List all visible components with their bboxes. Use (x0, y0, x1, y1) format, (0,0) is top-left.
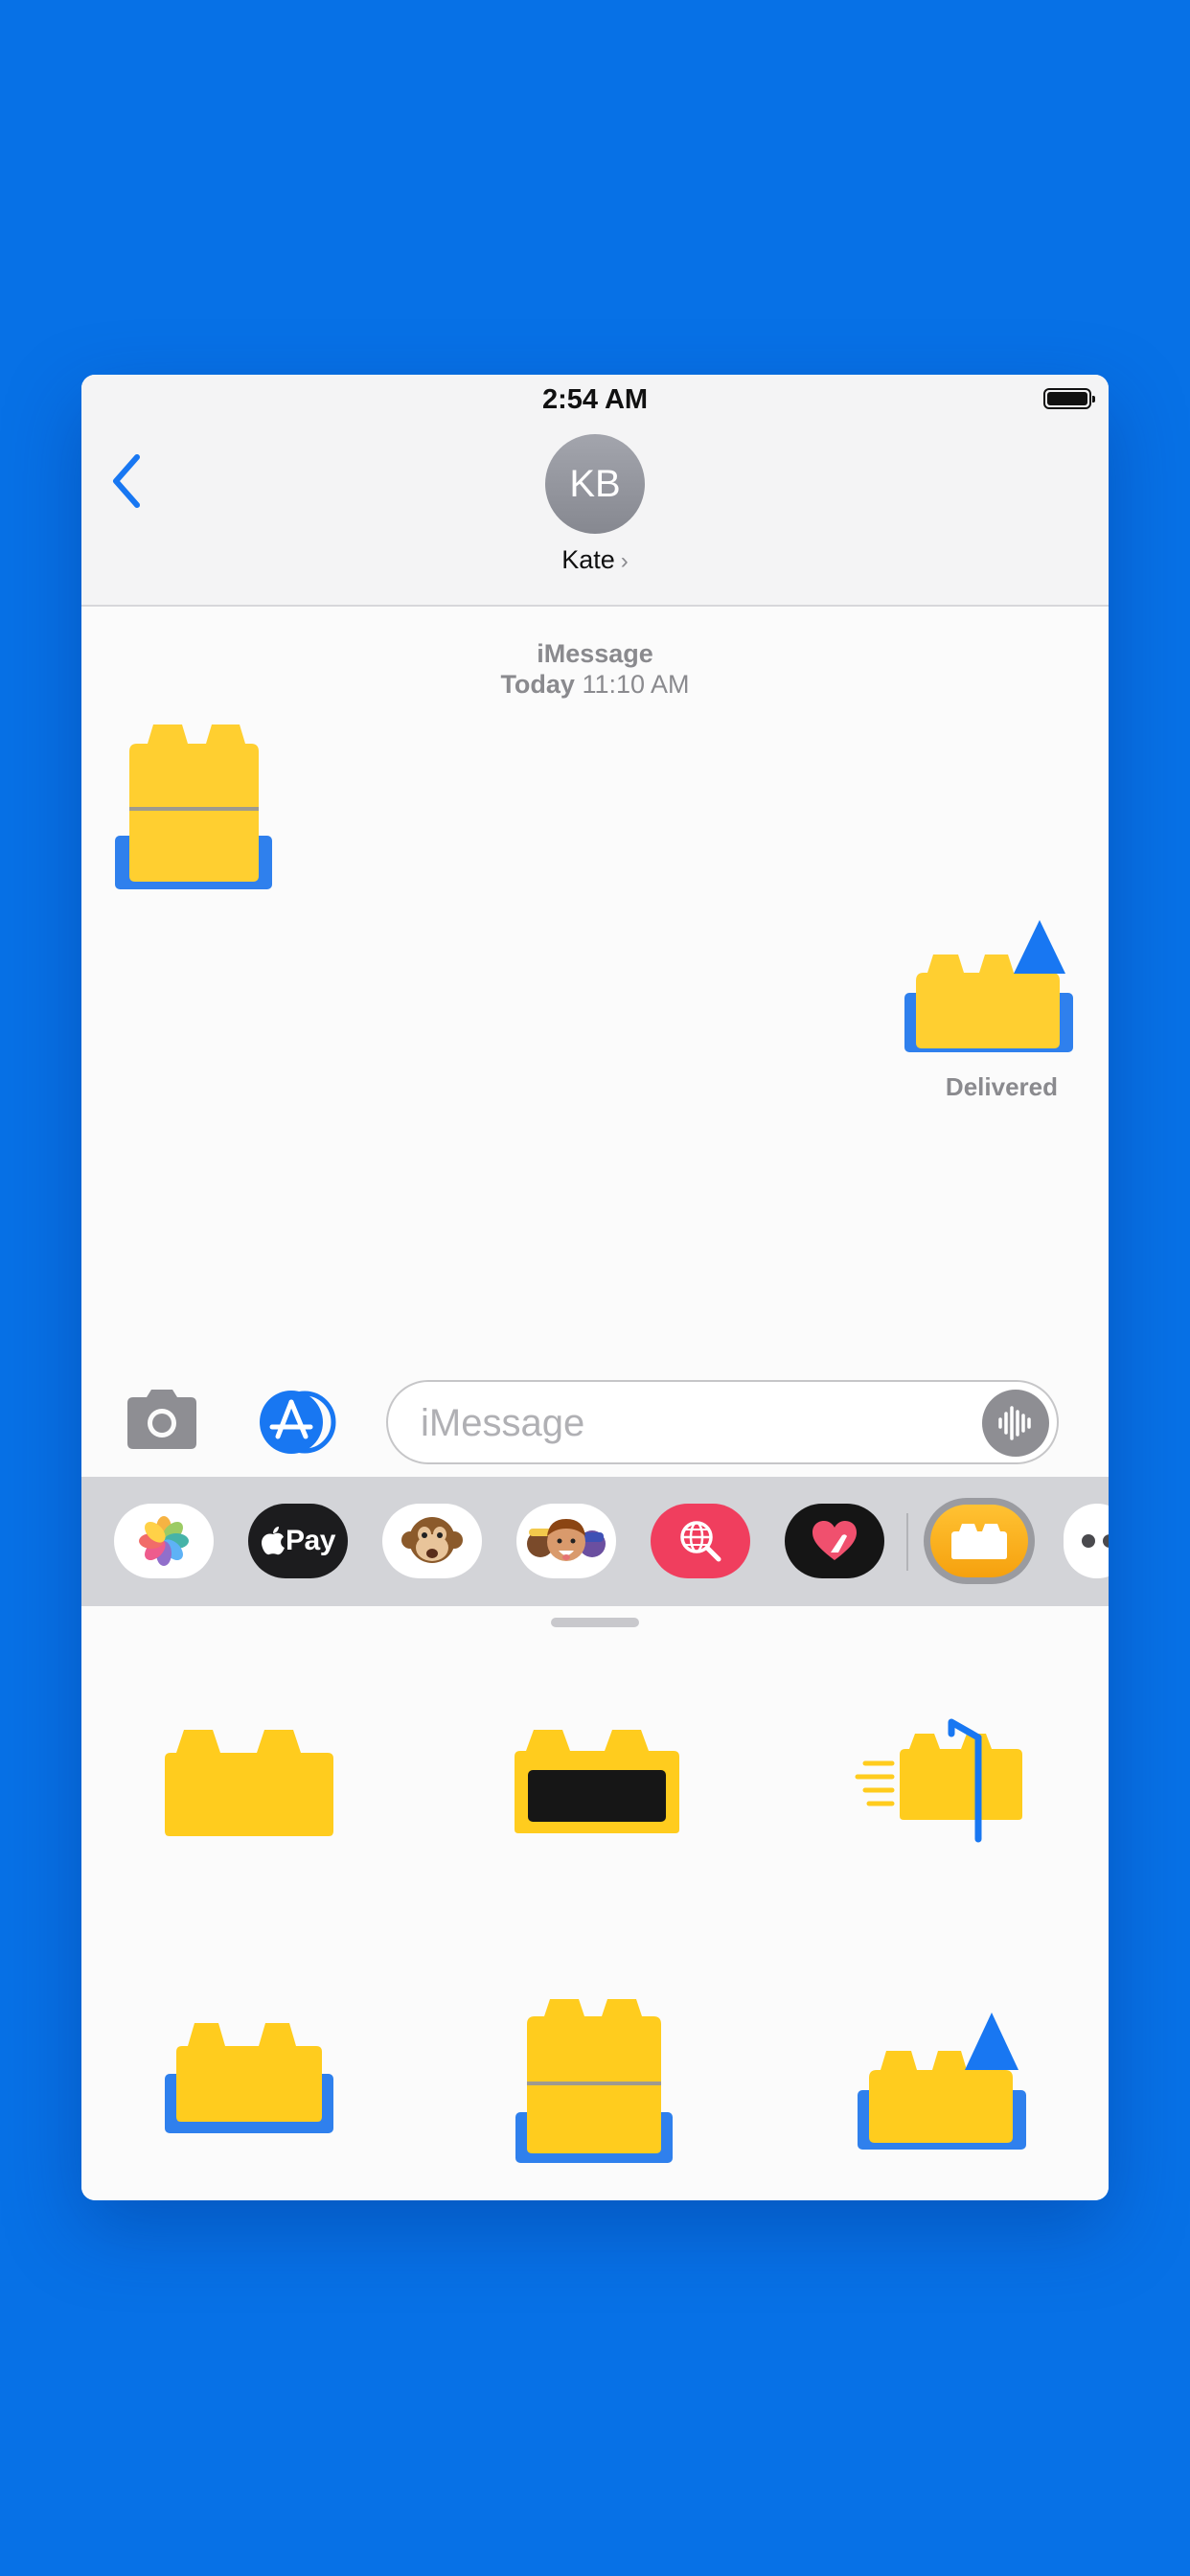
panel-grabber[interactable] (551, 1618, 639, 1627)
brick-tall-tray-sticker (515, 1999, 673, 2163)
brick-tray-triangle-sticker (904, 920, 1073, 1052)
contact-name: Kate (561, 545, 615, 574)
apple-pay-label: Pay (286, 1525, 335, 1556)
sticker-brick-screen[interactable] (513, 1728, 681, 1840)
apple-logo-icon (262, 1527, 286, 1555)
sticker-brick-tray-triangle[interactable] (856, 2009, 1028, 2157)
app-drawer: Pay (81, 1477, 1109, 1606)
app-store-icon (260, 1391, 336, 1454)
received-sticker-message[interactable] (115, 723, 278, 905)
camera-button[interactable] (122, 1388, 202, 1451)
sticker-brick-mailbox[interactable] (854, 1716, 1026, 1851)
brick-plain-sticker (165, 1730, 333, 1836)
memoji-app-button[interactable] (516, 1504, 616, 1578)
contact-name-button[interactable]: Kate › (81, 545, 1109, 575)
waveform-icon (998, 1406, 1031, 1440)
avatar[interactable]: KB (545, 434, 645, 534)
delivery-status: Delivered (945, 1072, 1058, 1101)
message-field-wrapper (386, 1380, 1059, 1464)
status-time: 2:54 AM (541, 384, 649, 415)
drawer-divider (906, 1513, 908, 1571)
conversation-header: 2:54 AM KB Kate › (81, 375, 1109, 607)
apple-pay-app-button[interactable]: Pay (248, 1504, 348, 1578)
bricks-sticker-app-button[interactable] (924, 1498, 1035, 1584)
thread-timestamp: Today 11:10 AM (81, 670, 1109, 700)
sticker-brick-tray[interactable] (163, 2021, 335, 2141)
digital-touch-app-button[interactable] (785, 1504, 884, 1578)
photos-icon (139, 1516, 189, 1566)
battery-icon (1043, 388, 1095, 409)
web-images-app-button[interactable] (651, 1504, 750, 1578)
brick-mailbox-sticker (855, 1718, 1022, 1843)
brick-tray-triangle-sticker (858, 2012, 1026, 2150)
more-icon (1082, 1534, 1109, 1548)
avatar-initials: KB (569, 462, 621, 505)
message-input[interactable] (419, 1382, 959, 1464)
app-store-button[interactable] (253, 1389, 341, 1456)
animoji-app-button[interactable] (382, 1504, 482, 1578)
chevron-right-icon: › (620, 548, 629, 574)
service-label: iMessage (537, 639, 653, 668)
sent-sticker-message[interactable] (903, 918, 1075, 1067)
brick-screen-sticker (515, 1730, 679, 1833)
photos-app-button[interactable] (114, 1504, 214, 1578)
camera-icon (127, 1390, 196, 1449)
brick-tray-sticker (165, 2023, 333, 2133)
heart-touch-icon (812, 1521, 857, 1560)
sticker-browser (81, 1606, 1109, 2200)
brick-tall-tray-sticker (115, 724, 272, 889)
audio-message-button[interactable] (982, 1390, 1049, 1457)
brick-icon (951, 1524, 1007, 1559)
chevron-left-icon (113, 454, 140, 508)
thread-time: 11:10 AM (582, 670, 690, 699)
memoji-icon (527, 1519, 606, 1561)
back-button[interactable] (103, 448, 150, 515)
more-apps-button[interactable] (1064, 1504, 1109, 1578)
thread-day: Today (500, 670, 575, 699)
monkey-icon (401, 1517, 463, 1563)
messages-screen: 2:54 AM KB Kate › iMessage Today 11:10 AM (81, 375, 1109, 2200)
globe-search-icon (680, 1521, 721, 1562)
sticker-brick-plain[interactable] (163, 1728, 335, 1843)
sticker-brick-tall-tray[interactable] (515, 1997, 675, 2170)
